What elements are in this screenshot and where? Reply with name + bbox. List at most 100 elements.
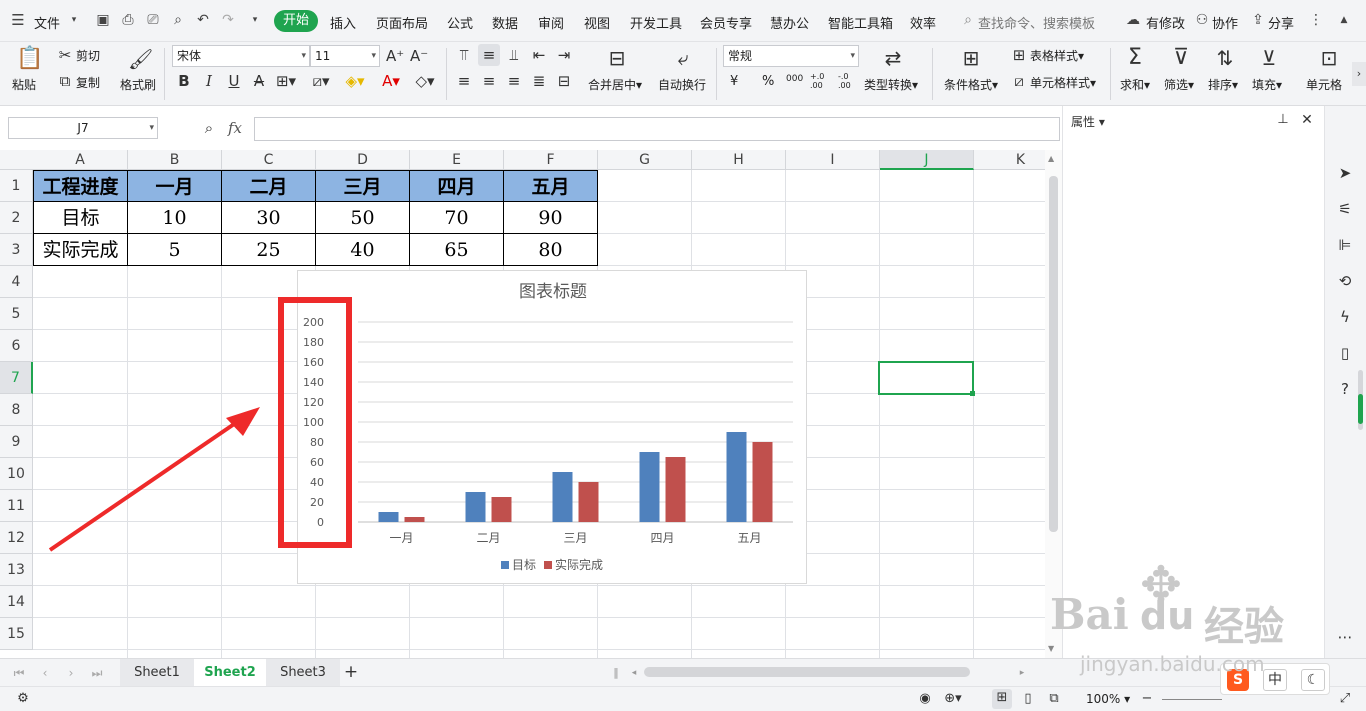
thousands-button[interactable]: 000 (786, 74, 803, 84)
page-break-view-icon[interactable]: ⧉ (1044, 690, 1064, 708)
redo-icon[interactable]: ↷ (220, 12, 236, 28)
moon-icon[interactable]: ☾ (1301, 669, 1325, 691)
indent-decrease-icon[interactable]: ⇤ (530, 46, 548, 64)
cell-c3[interactable]: 25 (222, 234, 316, 266)
align-top-icon[interactable]: ⫪ (455, 46, 473, 64)
fill-handle[interactable] (970, 391, 975, 396)
italic-icon[interactable]: I (200, 72, 218, 90)
view-mode-icon[interactable]: ⊕▾ (940, 690, 966, 708)
fx-button[interactable]: fx (228, 119, 242, 137)
save-icon[interactable]: ▣ (95, 12, 111, 28)
copy-button[interactable]: 复制 (76, 74, 100, 91)
row-header-7[interactable]: 7 (0, 362, 33, 394)
prev-sheet-icon[interactable]: ‹ (38, 664, 52, 682)
border-icon[interactable]: ⊞▾ (275, 72, 297, 90)
chart-title[interactable]: 图表标题 (519, 282, 587, 302)
row-header-15[interactable]: 15 (0, 618, 33, 650)
cell-a3[interactable]: 实际完成 (33, 234, 128, 266)
chart-bar-2-4[interactable] (665, 457, 686, 522)
search-command-input[interactable]: 查找命令、搜索模板 (978, 13, 1095, 32)
share-button[interactable]: 分享 (1268, 13, 1294, 32)
row-header-6[interactable]: 6 (0, 330, 33, 362)
more-icon[interactable]: ⋮ (1308, 12, 1324, 28)
tab-efficiency[interactable]: 效率 (910, 13, 936, 32)
type-convert-button[interactable]: 类型转换▾ (864, 76, 918, 93)
align-right-icon[interactable]: ≡ (505, 72, 523, 90)
bold-icon[interactable]: B (175, 72, 193, 90)
tab-page-layout[interactable]: 页面布局 (376, 13, 428, 32)
zoom-icon[interactable]: ⌕ (200, 119, 218, 137)
row-header-8[interactable]: 8 (0, 394, 33, 426)
splitter-icon[interactable]: ‖ (612, 664, 620, 682)
export-icon[interactable]: ⎙ (120, 12, 136, 28)
chart-bar-2-5[interactable] (752, 442, 773, 522)
row-header-5[interactable]: 5 (0, 298, 33, 330)
tab-smart-toolbox[interactable]: 智能工具箱 (828, 13, 893, 32)
align-bottom-icon[interactable]: ⫫ (505, 46, 523, 64)
help-icon[interactable]: ? (1335, 380, 1355, 398)
eraser-icon[interactable]: ◇▾ (412, 72, 438, 90)
modify-button[interactable]: 有修改 (1146, 13, 1185, 32)
backup-icon[interactable]: ⟲ (1335, 272, 1355, 290)
row-header-4[interactable]: 4 (0, 266, 33, 298)
column-header-b[interactable]: B (128, 150, 222, 170)
cell-a2[interactable]: 目标 (33, 202, 128, 234)
column-header-c[interactable]: C (222, 150, 316, 170)
column-header-a[interactable]: A (33, 150, 128, 170)
first-sheet-icon[interactable]: ⏮ (12, 664, 26, 682)
column-header-i[interactable]: I (786, 150, 880, 170)
number-format-select[interactable]: 常规 ▾ (723, 45, 859, 67)
column-header-j[interactable]: J (880, 150, 974, 170)
cell-d1[interactable]: 三月 (316, 170, 410, 202)
tab-developer[interactable]: 开发工具 (630, 13, 682, 32)
align-left-icon[interactable]: ≡ (455, 72, 473, 90)
book-icon[interactable]: ▯ (1335, 344, 1355, 362)
cell-c1[interactable]: 二月 (222, 170, 316, 202)
fill-button[interactable]: 填充▾ (1252, 76, 1282, 93)
name-box[interactable]: J7 ▾ (8, 117, 158, 139)
format-painter-button[interactable]: 格式刷 (120, 76, 156, 93)
cell-d3[interactable]: 40 (316, 234, 410, 266)
currency-button[interactable]: ¥ (730, 74, 738, 89)
row-header-3[interactable]: 3 (0, 234, 33, 266)
ribbon-scroll-right-icon[interactable]: › (1352, 62, 1366, 86)
cut-button[interactable]: 剪切 (76, 47, 100, 64)
cell-e3[interactable]: 65 (410, 234, 504, 266)
properties-panel-title[interactable]: 属性 ▾ (1071, 113, 1105, 130)
cell-e2[interactable]: 70 (410, 202, 504, 234)
column-header-d[interactable]: D (316, 150, 410, 170)
zoom-slider[interactable] (1162, 699, 1222, 700)
normal-view-icon[interactable]: ⊞ (992, 689, 1012, 709)
scroll-left-icon[interactable]: ◂ (630, 664, 638, 682)
decrease-decimal-button[interactable]: -.0 .00 (838, 72, 858, 90)
underline-icon[interactable]: U (225, 72, 243, 90)
sheet-tab-sheet2[interactable]: Sheet2 (194, 659, 266, 686)
selected-cell-j7[interactable] (878, 361, 974, 395)
indent-increase-icon[interactable]: ⇥ (555, 46, 573, 64)
vertical-scrollbar[interactable]: ▲ ▼ (1045, 150, 1062, 658)
sheet-tab-sheet3[interactable]: Sheet3 (266, 659, 340, 686)
align-center-icon[interactable]: ≡ (480, 72, 498, 90)
ime-language-toggle[interactable]: 中 (1263, 669, 1287, 691)
chart-legend[interactable]: 目标 实际完成 (501, 557, 603, 572)
filter-button[interactable]: 筛选▾ (1164, 76, 1194, 93)
tab-view[interactable]: 视图 (584, 13, 610, 32)
increase-font-icon[interactable]: A⁺ (386, 47, 404, 65)
cell-f1[interactable]: 五月 (504, 170, 598, 202)
column-header-k[interactable]: K (974, 150, 1045, 170)
cell-style-button[interactable]: 单元格样式▾ (1030, 74, 1096, 91)
eye-protect-icon[interactable]: ◉ (914, 690, 936, 708)
column-header-h[interactable]: H (692, 150, 786, 170)
tab-formulas[interactable]: 公式 (447, 13, 473, 32)
table-style-button[interactable]: 表格样式▾ (1030, 47, 1084, 64)
chart-bar-2-3[interactable] (578, 482, 599, 522)
align-middle-icon[interactable]: ≡ (478, 44, 500, 66)
collapse-ribbon-icon[interactable]: ▲ (1336, 12, 1352, 28)
zoom-out-icon[interactable]: − (1140, 690, 1154, 708)
distribute-icon[interactable]: ⊟ (555, 72, 573, 90)
fill-color-icon[interactable]: ◈▾ (342, 72, 368, 90)
strikethrough-icon[interactable]: A (250, 72, 268, 90)
more-icon[interactable]: ⋯ (1335, 628, 1355, 646)
close-icon[interactable]: ✕ (1299, 111, 1315, 129)
tab-hui-office[interactable]: 慧办公 (770, 13, 809, 32)
